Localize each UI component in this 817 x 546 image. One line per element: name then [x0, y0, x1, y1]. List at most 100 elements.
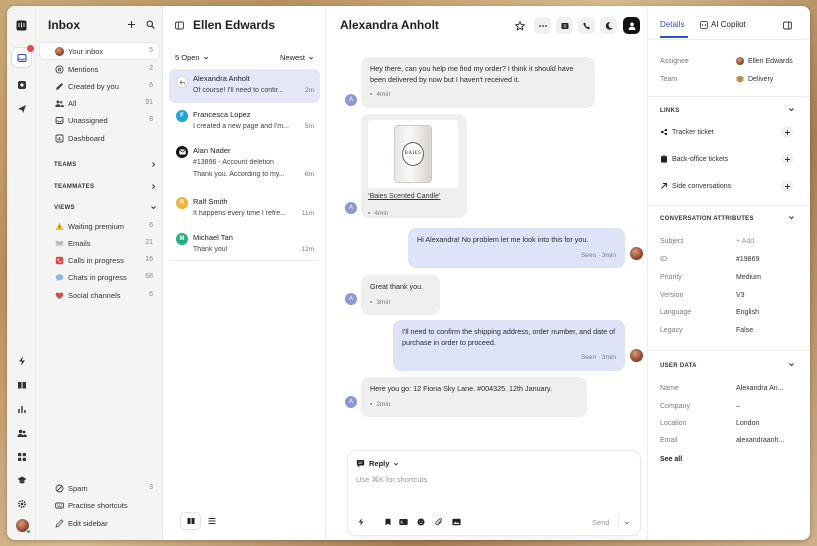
product-image[interactable]: BAIES	[368, 120, 458, 188]
at-sign-icon	[54, 64, 64, 74]
new-conversation-plus-icon[interactable]	[127, 20, 136, 29]
chevron-down-icon	[393, 461, 399, 467]
subject-add-field[interactable]: + Add	[736, 238, 754, 245]
user-data-section-header[interactable]: USER DATA	[660, 363, 794, 369]
gif-icon[interactable]	[399, 518, 408, 526]
conversation-item-alan[interactable]: Alan Nader #13896 - Account deletion Tha…	[169, 141, 320, 187]
nav-item-your-inbox[interactable]: Your inbox 5	[40, 43, 159, 59]
channel-chat-icon: ▪	[370, 91, 373, 98]
nav-item-edit-sidebar[interactable]: Edit sidebar	[40, 515, 159, 531]
attribute-priority-value[interactable]: Medium	[736, 274, 761, 281]
link-side-conversations[interactable]: Side conversations	[660, 182, 731, 190]
settings-gear-icon[interactable]	[15, 497, 28, 510]
apps-nav-icon[interactable]	[15, 450, 28, 463]
attribute-legacy-value[interactable]: False	[736, 327, 753, 334]
nav-item-spam[interactable]: Spam 3	[40, 480, 159, 496]
attributes-section-header[interactable]: CONVERSATION ATTRIBUTES	[660, 216, 794, 222]
message-incoming: Hey there, can you help me find my order…	[361, 57, 595, 108]
view-chats-in-progress[interactable]: Chats in progress 68	[40, 269, 159, 285]
inbox-sidebar: Inbox Your inbox 5 Mentions 2 Created by…	[36, 6, 163, 540]
conversation-item-francesca[interactable]: F Francesca Lopez I created a new page a…	[169, 105, 320, 139]
chart-nav-icon[interactable]	[15, 402, 28, 415]
customer-avatar: A	[345, 202, 357, 214]
chevron-down-icon	[203, 55, 209, 61]
envelope-icon	[54, 238, 64, 248]
send-options-chevron-icon[interactable]	[624, 520, 630, 526]
dark-mode-moon-icon[interactable]	[600, 17, 617, 34]
conversation-item-ralf[interactable]: R Ralf Smith It happens every time I ref…	[169, 192, 320, 226]
more-options-icon[interactable]	[534, 17, 551, 34]
spam-icon	[54, 483, 64, 493]
nav-item-created-by-you[interactable]: Created by you 6	[40, 78, 159, 94]
team-selector[interactable]: Delivery	[736, 75, 773, 83]
section-teammates[interactable]: TEAMMATES	[54, 184, 156, 190]
logo-icon[interactable]	[15, 19, 28, 32]
channel-chat-icon: ▪	[370, 400, 373, 408]
sidebar-toggle-icon[interactable]	[175, 21, 184, 30]
attribute-id-value: #19869	[736, 256, 760, 263]
reports-nav-icon[interactable]	[15, 78, 28, 91]
sort-dropdown[interactable]: Newest	[280, 53, 314, 62]
lightning-nav-icon[interactable]	[15, 354, 28, 367]
links-section-header[interactable]: LINKS	[660, 108, 794, 114]
keyboard-icon	[54, 500, 64, 510]
chat-bubble-icon	[54, 272, 64, 282]
notification-badge	[27, 45, 34, 52]
send-button[interactable]: Send	[592, 518, 610, 527]
icon-rail	[7, 6, 36, 540]
view-social-channels[interactable]: Social channels 6	[40, 287, 159, 303]
academy-nav-icon[interactable]	[15, 473, 28, 486]
emoji-icon[interactable]	[417, 518, 425, 526]
reply-mode-dropdown[interactable]: Reply	[356, 459, 399, 468]
status-filter-dropdown[interactable]: 5 Open	[175, 53, 209, 62]
assignee-selector[interactable]: Ellen Edwards	[736, 57, 793, 65]
search-icon[interactable]	[146, 20, 155, 29]
warning-icon	[54, 221, 64, 231]
nav-item-practise-shortcuts[interactable]: Practise shortcuts	[40, 497, 159, 513]
conversation-item-michael[interactable]: M Michael Tan Thank you! 12m	[169, 228, 320, 262]
add-back-office-ticket-button[interactable]	[781, 153, 793, 165]
envelope-avatar-icon	[176, 146, 188, 158]
inbox-nav-icon[interactable]	[12, 45, 34, 67]
link-back-office-tickets[interactable]: Back-office tickets	[660, 155, 728, 163]
nav-item-unassigned[interactable]: Unassigned 8	[40, 112, 159, 128]
conversation-item-alexandra[interactable]: Alexandra Anholt Of course! I'll need to…	[169, 69, 320, 103]
nav-item-all[interactable]: All 91	[40, 95, 159, 111]
list-view-toggle-icon[interactable]	[208, 517, 216, 525]
see-all-link[interactable]: See all	[660, 456, 682, 463]
assign-user-icon[interactable]	[623, 17, 640, 34]
contacts-nav-icon[interactable]	[15, 426, 28, 439]
nav-item-dashboard[interactable]: Dashboard	[40, 130, 159, 146]
add-side-conversation-button[interactable]	[781, 180, 793, 192]
reply-composer[interactable]: Reply Use ⌘K for shortcuts Send	[348, 451, 640, 535]
agent-avatar	[630, 247, 643, 260]
snooze-icon[interactable]	[556, 17, 573, 34]
edit-pencil-icon	[54, 518, 64, 528]
reply-input[interactable]: Use ⌘K for shortcuts	[356, 475, 626, 489]
bookmark-icon[interactable]	[384, 518, 392, 526]
image-upload-icon[interactable]	[452, 518, 461, 526]
attribute-language-value[interactable]: English	[736, 309, 759, 316]
send-nav-icon[interactable]	[15, 102, 28, 115]
view-calls-in-progress[interactable]: Calls in progress 16	[40, 252, 159, 268]
image-caption-link[interactable]: ‘Baies Scented Candle’	[368, 192, 460, 203]
chevron-right-icon	[150, 161, 157, 168]
user-company-value: –	[736, 403, 740, 410]
tab-details[interactable]: Details	[660, 20, 684, 29]
attribute-version-value[interactable]: V3	[736, 292, 745, 299]
view-emails[interactable]: Emails 21	[40, 235, 159, 251]
section-views[interactable]: VIEWS	[54, 205, 156, 211]
attachment-paperclip-icon[interactable]	[435, 518, 443, 526]
section-teams[interactable]: TEAMS	[54, 162, 156, 168]
shortcut-lightning-icon[interactable]	[357, 518, 365, 526]
link-tracker-ticket[interactable]: Tracker ticket	[660, 128, 714, 136]
view-waiting-premium[interactable]: Waiting premium 6	[40, 218, 159, 234]
add-tracker-ticket-button[interactable]	[781, 126, 793, 138]
nav-item-mentions[interactable]: Mentions 2	[40, 61, 159, 77]
tab-ai-copilot[interactable]: AI Copilot	[700, 20, 746, 29]
split-view-toggle-icon[interactable]	[181, 513, 200, 529]
panel-toggle-icon[interactable]	[783, 21, 792, 30]
book-nav-icon[interactable]	[15, 378, 28, 391]
call-phone-icon[interactable]	[578, 17, 595, 34]
star-icon[interactable]	[511, 17, 528, 34]
